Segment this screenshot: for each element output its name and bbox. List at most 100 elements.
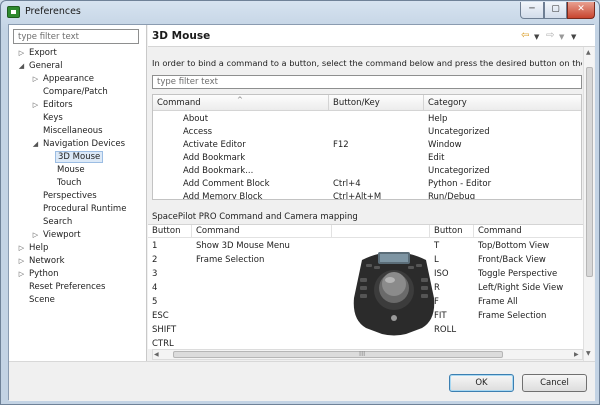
ok-button[interactable]: OK bbox=[449, 374, 514, 392]
mapping-header-button-left: Button bbox=[148, 225, 192, 238]
collapsed-arrow-icon[interactable]: ▷ bbox=[31, 73, 40, 86]
mapping-command-cell[interactable]: Frame Selection bbox=[196, 254, 326, 267]
collapsed-arrow-icon[interactable]: ▷ bbox=[31, 229, 40, 242]
mapping-command-cell[interactable] bbox=[196, 338, 326, 349]
preferences-window: Preferences ─ ▢ ✕ type filter text ▷ Expo… bbox=[0, 0, 600, 405]
tree-item[interactable]: Mouse bbox=[55, 164, 87, 177]
mapping-command-cell[interactable] bbox=[196, 282, 326, 295]
tree-item[interactable]: ▷ Editors bbox=[33, 99, 75, 112]
mapping-button-cell: 2 bbox=[152, 255, 158, 265]
collapsed-arrow-icon[interactable]: ▷ bbox=[17, 242, 26, 255]
forward-arrow-icon[interactable]: ⇨ bbox=[546, 30, 554, 41]
command-table-header: Command ^ Button/Key Category bbox=[153, 95, 581, 111]
mapping-command-cell[interactable]: Toggle Perspective bbox=[478, 268, 582, 281]
mapping-command-cell[interactable]: Top/Bottom View bbox=[478, 240, 582, 253]
vertical-scroll-thumb[interactable] bbox=[586, 67, 593, 277]
command-cell: Add Comment Block bbox=[183, 179, 270, 189]
collapsed-arrow-icon[interactable]: ▷ bbox=[17, 268, 26, 281]
mapping-command-cell[interactable]: Show 3D Mouse Menu bbox=[196, 240, 326, 253]
mapping-command-cell[interactable]: Left/Right Side View bbox=[478, 282, 582, 295]
table-row[interactable]: Access Uncategorized bbox=[153, 126, 581, 139]
title-bar[interactable]: Preferences ─ ▢ ✕ bbox=[1, 1, 599, 23]
table-row[interactable]: Add Comment Block Ctrl+4 Python - Editor bbox=[153, 178, 581, 191]
scroll-grip-icon: III bbox=[359, 350, 366, 358]
minimize-button[interactable]: ─ bbox=[520, 2, 544, 19]
maximize-button[interactable]: ▢ bbox=[544, 2, 567, 19]
horizontal-scroll-thumb[interactable]: III bbox=[173, 350, 503, 358]
tree-item[interactable]: 3D Mouse bbox=[55, 151, 104, 164]
sidebar-filter-input[interactable]: type filter text bbox=[13, 29, 139, 44]
expanded-arrow-icon[interactable]: ◢ bbox=[17, 60, 26, 73]
command-table[interactable]: Command ^ Button/Key Category About Help A… bbox=[152, 94, 582, 200]
table-row[interactable]: Add Bookmark Edit bbox=[153, 152, 581, 165]
back-dropdown-icon[interactable]: ▼ bbox=[534, 32, 539, 43]
mapping-command-cell[interactable]: Front/Back View bbox=[478, 254, 582, 267]
tree-item-label: Procedural Runtime bbox=[43, 204, 127, 214]
tree-item[interactable]: Reset Preferences bbox=[27, 281, 107, 294]
collapsed-arrow-icon[interactable]: ▷ bbox=[31, 99, 40, 112]
mapping-command-cell[interactable] bbox=[478, 324, 582, 337]
tree-item[interactable]: ▷ Viewport bbox=[33, 229, 83, 242]
close-button[interactable]: ✕ bbox=[567, 2, 595, 19]
tree-item[interactable]: Compare/Patch bbox=[41, 86, 110, 99]
command-filter-input[interactable]: type filter text bbox=[152, 75, 582, 89]
expanded-arrow-icon[interactable]: ◢ bbox=[31, 138, 40, 151]
table-row[interactable]: About Help bbox=[153, 113, 581, 126]
view-menu-icon[interactable]: ▼ bbox=[571, 32, 576, 43]
preference-page: 3D Mouse ⇦ ▼ ⇨ ▼ ▼ In order to bind a co… bbox=[148, 25, 595, 361]
column-header-button-key[interactable]: Button/Key bbox=[329, 95, 424, 111]
mapping-command-cell[interactable]: Frame Selection bbox=[478, 310, 582, 323]
scroll-right-arrow-icon[interactable]: ▶ bbox=[574, 351, 579, 358]
tree-item[interactable]: Perspectives bbox=[41, 190, 99, 203]
tree-item-label: Compare/Patch bbox=[43, 87, 108, 97]
table-row[interactable]: Activate Editor F12 Window bbox=[153, 139, 581, 152]
page-header: 3D Mouse ⇦ ▼ ⇨ ▼ ▼ bbox=[148, 25, 595, 47]
mapping-button-cell: 4 bbox=[152, 283, 158, 293]
collapsed-arrow-icon[interactable]: ▷ bbox=[17, 255, 26, 268]
command-cell: Activate Editor bbox=[183, 140, 246, 150]
mapping-command-cell[interactable] bbox=[196, 324, 326, 337]
tree-item[interactable]: ◢ General bbox=[19, 60, 65, 73]
scroll-down-arrow-icon[interactable]: ▼ bbox=[586, 350, 591, 357]
button-key-cell: Ctrl+4 bbox=[333, 179, 361, 189]
category-cell: Python - Editor bbox=[428, 179, 492, 189]
mapping-horizontal-scrollbar[interactable]: ◀ III ▶ bbox=[152, 349, 583, 360]
tree-item[interactable]: ◢ Navigation Devices bbox=[33, 138, 127, 151]
tree-item[interactable]: Search bbox=[41, 216, 74, 229]
mapping-command-cell[interactable] bbox=[196, 310, 326, 323]
tree-item[interactable]: Keys bbox=[41, 112, 65, 125]
tree-item[interactable]: ▷ Export bbox=[19, 47, 59, 60]
tree-item[interactable]: Touch bbox=[55, 177, 83, 190]
tree-item-label: Python bbox=[29, 269, 59, 279]
tree-item[interactable]: ▷ Help bbox=[19, 242, 50, 255]
table-row[interactable]: Add Memory Block Ctrl+Alt+M Run/Debug bbox=[153, 191, 581, 200]
scroll-up-arrow-icon[interactable]: ▲ bbox=[586, 49, 591, 56]
back-arrow-icon[interactable]: ⇦ bbox=[521, 30, 529, 41]
tree-item[interactable]: ▷ Python bbox=[19, 268, 60, 281]
tree-item[interactable]: Procedural Runtime bbox=[41, 203, 128, 216]
mapping-command-cell[interactable]: Frame All bbox=[478, 296, 582, 309]
mapping-command-cell[interactable] bbox=[196, 296, 326, 309]
tree-item[interactable]: Miscellaneous bbox=[41, 125, 105, 138]
tree-item[interactable]: ▷ Network bbox=[19, 255, 67, 268]
column-header-command[interactable]: Command ^ bbox=[153, 95, 329, 111]
tree-item[interactable]: Scene bbox=[27, 294, 57, 307]
mapping-command-cell[interactable] bbox=[196, 268, 326, 281]
tree-item[interactable]: ▷ Appearance bbox=[33, 73, 96, 86]
tree-item-label: Keys bbox=[43, 113, 63, 123]
page-vertical-scrollbar[interactable]: ▲ ▼ bbox=[583, 47, 594, 361]
spacepilot-device-image bbox=[353, 252, 435, 336]
button-key-cell: Ctrl+Alt+M bbox=[333, 192, 382, 200]
category-cell: Run/Debug bbox=[428, 192, 476, 200]
column-header-category[interactable]: Category bbox=[424, 95, 581, 111]
tree-item-label: Miscellaneous bbox=[43, 126, 103, 136]
scroll-left-arrow-icon[interactable]: ◀ bbox=[154, 351, 159, 358]
tree-item-label: General bbox=[29, 61, 63, 71]
dialog-client-area: type filter text ▷ Export ◢ General ▷ Appeara… bbox=[8, 24, 595, 401]
table-row[interactable]: Add Bookmark... Uncategorized bbox=[153, 165, 581, 178]
collapsed-arrow-icon[interactable]: ▷ bbox=[17, 47, 26, 60]
category-cell: Uncategorized bbox=[428, 166, 490, 176]
mapping-button-cell: ESC bbox=[152, 311, 169, 321]
forward-dropdown-icon[interactable]: ▼ bbox=[559, 32, 564, 43]
cancel-button[interactable]: Cancel bbox=[522, 374, 587, 392]
